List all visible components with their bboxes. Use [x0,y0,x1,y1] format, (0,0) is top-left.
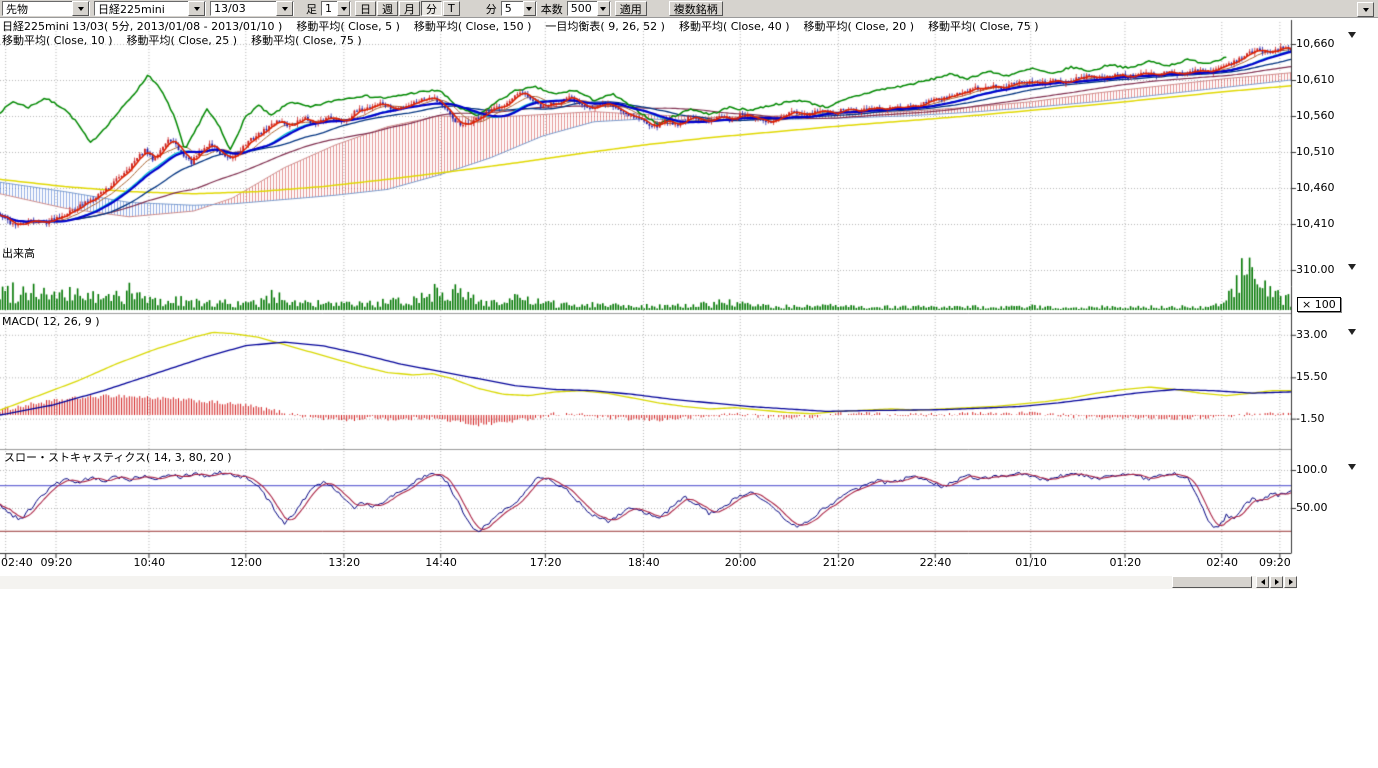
instrument-type-combo[interactable]: 先物 [2,1,90,16]
price-axis-label: 10,510 [1296,146,1335,158]
symbol-value: 日経225mini [98,1,188,17]
legend-symbol-title: 日経225mini 13/03( 5分, 2013/01/08 - 2013/0… [2,20,282,33]
time-axis-label: 20:00 [725,557,757,569]
time-axis-label: 17:20 [530,557,562,569]
minute-dropdown-button[interactable] [523,1,536,16]
time-axis-label: 02:40 [1206,557,1238,569]
price-axis-label: 10,410 [1296,218,1335,230]
chevron-down-icon [600,7,606,11]
legend-ma150: 移動平均( Close, 150 ) [414,20,532,33]
time-axis-label: 01:20 [1109,557,1141,569]
symbol-dropdown-button[interactable] [188,1,205,16]
h-scroll-thumb[interactable] [1172,576,1252,588]
price-axis-label: 10,660 [1296,38,1335,50]
arrow-right-icon [1289,579,1293,585]
timeframe-month-button[interactable]: 月 [399,1,420,16]
bar-interval-input[interactable]: 1 [321,1,351,16]
volume-axis-label: 310.00 [1296,264,1335,276]
time-axis-label: 22:40 [920,557,952,569]
bar-type-label: 足 [306,1,317,17]
toolbar-right-dropdown-button[interactable] [1357,2,1374,17]
price-axis-label: 10,560 [1296,110,1335,122]
scroll-left-button[interactable] [1256,576,1269,588]
instrument-type-dropdown-button[interactable] [72,1,89,16]
symbol-combo[interactable]: 日経225mini [94,1,206,16]
chevron-down-icon [526,7,532,11]
bar-interval-dropdown-button[interactable] [337,1,350,16]
bar-count-dropdown-button[interactable] [597,1,610,16]
time-axis-label: 09:20 [41,557,73,569]
timeframe-minute-button[interactable]: 分 [421,1,442,16]
legend-ma75-b: 移動平均( Close, 75 ) [251,34,362,47]
time-axis-label: 01/10 [1015,557,1047,569]
time-axis-label: 21:20 [823,557,855,569]
minute-value-input[interactable]: 5 [501,1,537,16]
arrow-left-icon [1261,579,1265,585]
bar-interval-value: 1 [325,2,332,15]
time-axis-label: 14:40 [425,557,457,569]
contract-month-combo[interactable]: 13/03 [210,1,294,16]
macd-axis-label: 33.00 [1296,329,1328,341]
chevron-down-icon [341,7,347,11]
timeframe-week-button[interactable]: 週 [377,1,398,16]
contract-month-dropdown-button[interactable] [276,1,293,16]
scroll-right-button[interactable] [1270,576,1283,588]
time-axis-label: 09:20 [1259,557,1291,569]
chart-overlays: 日経225mini 13/03( 5分, 2013/01/08 - 2013/0… [0,0,1378,768]
volume-pane-label: 出来高 [2,247,35,260]
chevron-down-icon [194,7,200,11]
stoch-axis-label: 100.0 [1296,464,1328,476]
legend-ma25: 移動平均( Close, 25 ) [127,34,238,47]
timeframe-button-group: 日 週 月 分 T [355,1,460,16]
volume-multiplier-badge: × 100 [1297,297,1341,312]
legend-ma5: 移動平均( Close, 5 ) [296,20,400,33]
timeframe-tick-button[interactable]: T [443,1,460,16]
macd-axis-label: -1.50 [1296,413,1324,425]
stochastics-pane-label: スロー・ストキャスティクス( 14, 3, 80, 20 ) [4,451,232,464]
bar-count-label: 本数 [541,1,563,17]
chevron-down-icon [78,7,84,11]
macd-pane-label: MACD( 12, 26, 9 ) [2,315,100,328]
bar-count-value: 500 [571,2,592,15]
time-axis-label: 13:20 [328,557,360,569]
time-axis-label: 02:40 [1,557,33,569]
minute-label: 分 [486,1,497,17]
legend-line-1: 日経225mini 13/03( 5分, 2013/01/08 - 2013/0… [2,20,1039,33]
apply-button[interactable]: 適用 [615,1,647,16]
trading-app-window: { "toolbar": { "instrument_type": "先物", … [0,0,1378,768]
arrow-right-icon [1275,579,1279,585]
bar-count-input[interactable]: 500 [567,1,611,16]
contract-month-value: 13/03 [214,2,276,15]
time-axis-label: 18:40 [628,557,660,569]
minute-value: 5 [505,2,512,15]
legend-line-2: 移動平均( Close, 10 ) 移動平均( Close, 25 ) 移動平均… [2,34,362,47]
time-axis-label: 10:40 [133,557,165,569]
price-axis-label: 10,610 [1296,74,1335,86]
legend-ma40: 移動平均( Close, 40 ) [679,20,790,33]
timeframe-day-button[interactable]: 日 [355,1,376,16]
price-axis-label: 10,460 [1296,182,1335,194]
h-scrollbar[interactable] [0,576,1296,589]
legend-ma75: 移動平均( Close, 75 ) [928,20,1039,33]
stoch-pane-scale-arrow-icon[interactable] [1348,464,1356,474]
scroll-end-button[interactable] [1284,576,1297,588]
macd-axis-label: 15.50 [1296,371,1328,383]
multi-symbol-button[interactable]: 複数銘柄 [669,1,723,16]
time-axis-label: 12:00 [230,557,262,569]
legend-ichimoku: 一目均衡表( 9, 26, 52 ) [545,20,665,33]
toolbar: 先物 日経225mini 13/03 足 1 日 週 月 分 T 分 5 本数 … [0,0,1378,18]
chevron-down-icon [1363,8,1369,12]
volume-pane-scale-arrow-icon[interactable] [1348,264,1356,274]
legend-ma20: 移動平均( Close, 20 ) [804,20,915,33]
instrument-type-value: 先物 [6,1,72,17]
chevron-down-icon [282,7,288,11]
stoch-axis-label: 50.00 [1296,502,1328,514]
price-pane-scale-arrow-icon[interactable] [1348,32,1356,42]
legend-ma10: 移動平均( Close, 10 ) [2,34,113,47]
macd-pane-scale-arrow-icon[interactable] [1348,329,1356,339]
